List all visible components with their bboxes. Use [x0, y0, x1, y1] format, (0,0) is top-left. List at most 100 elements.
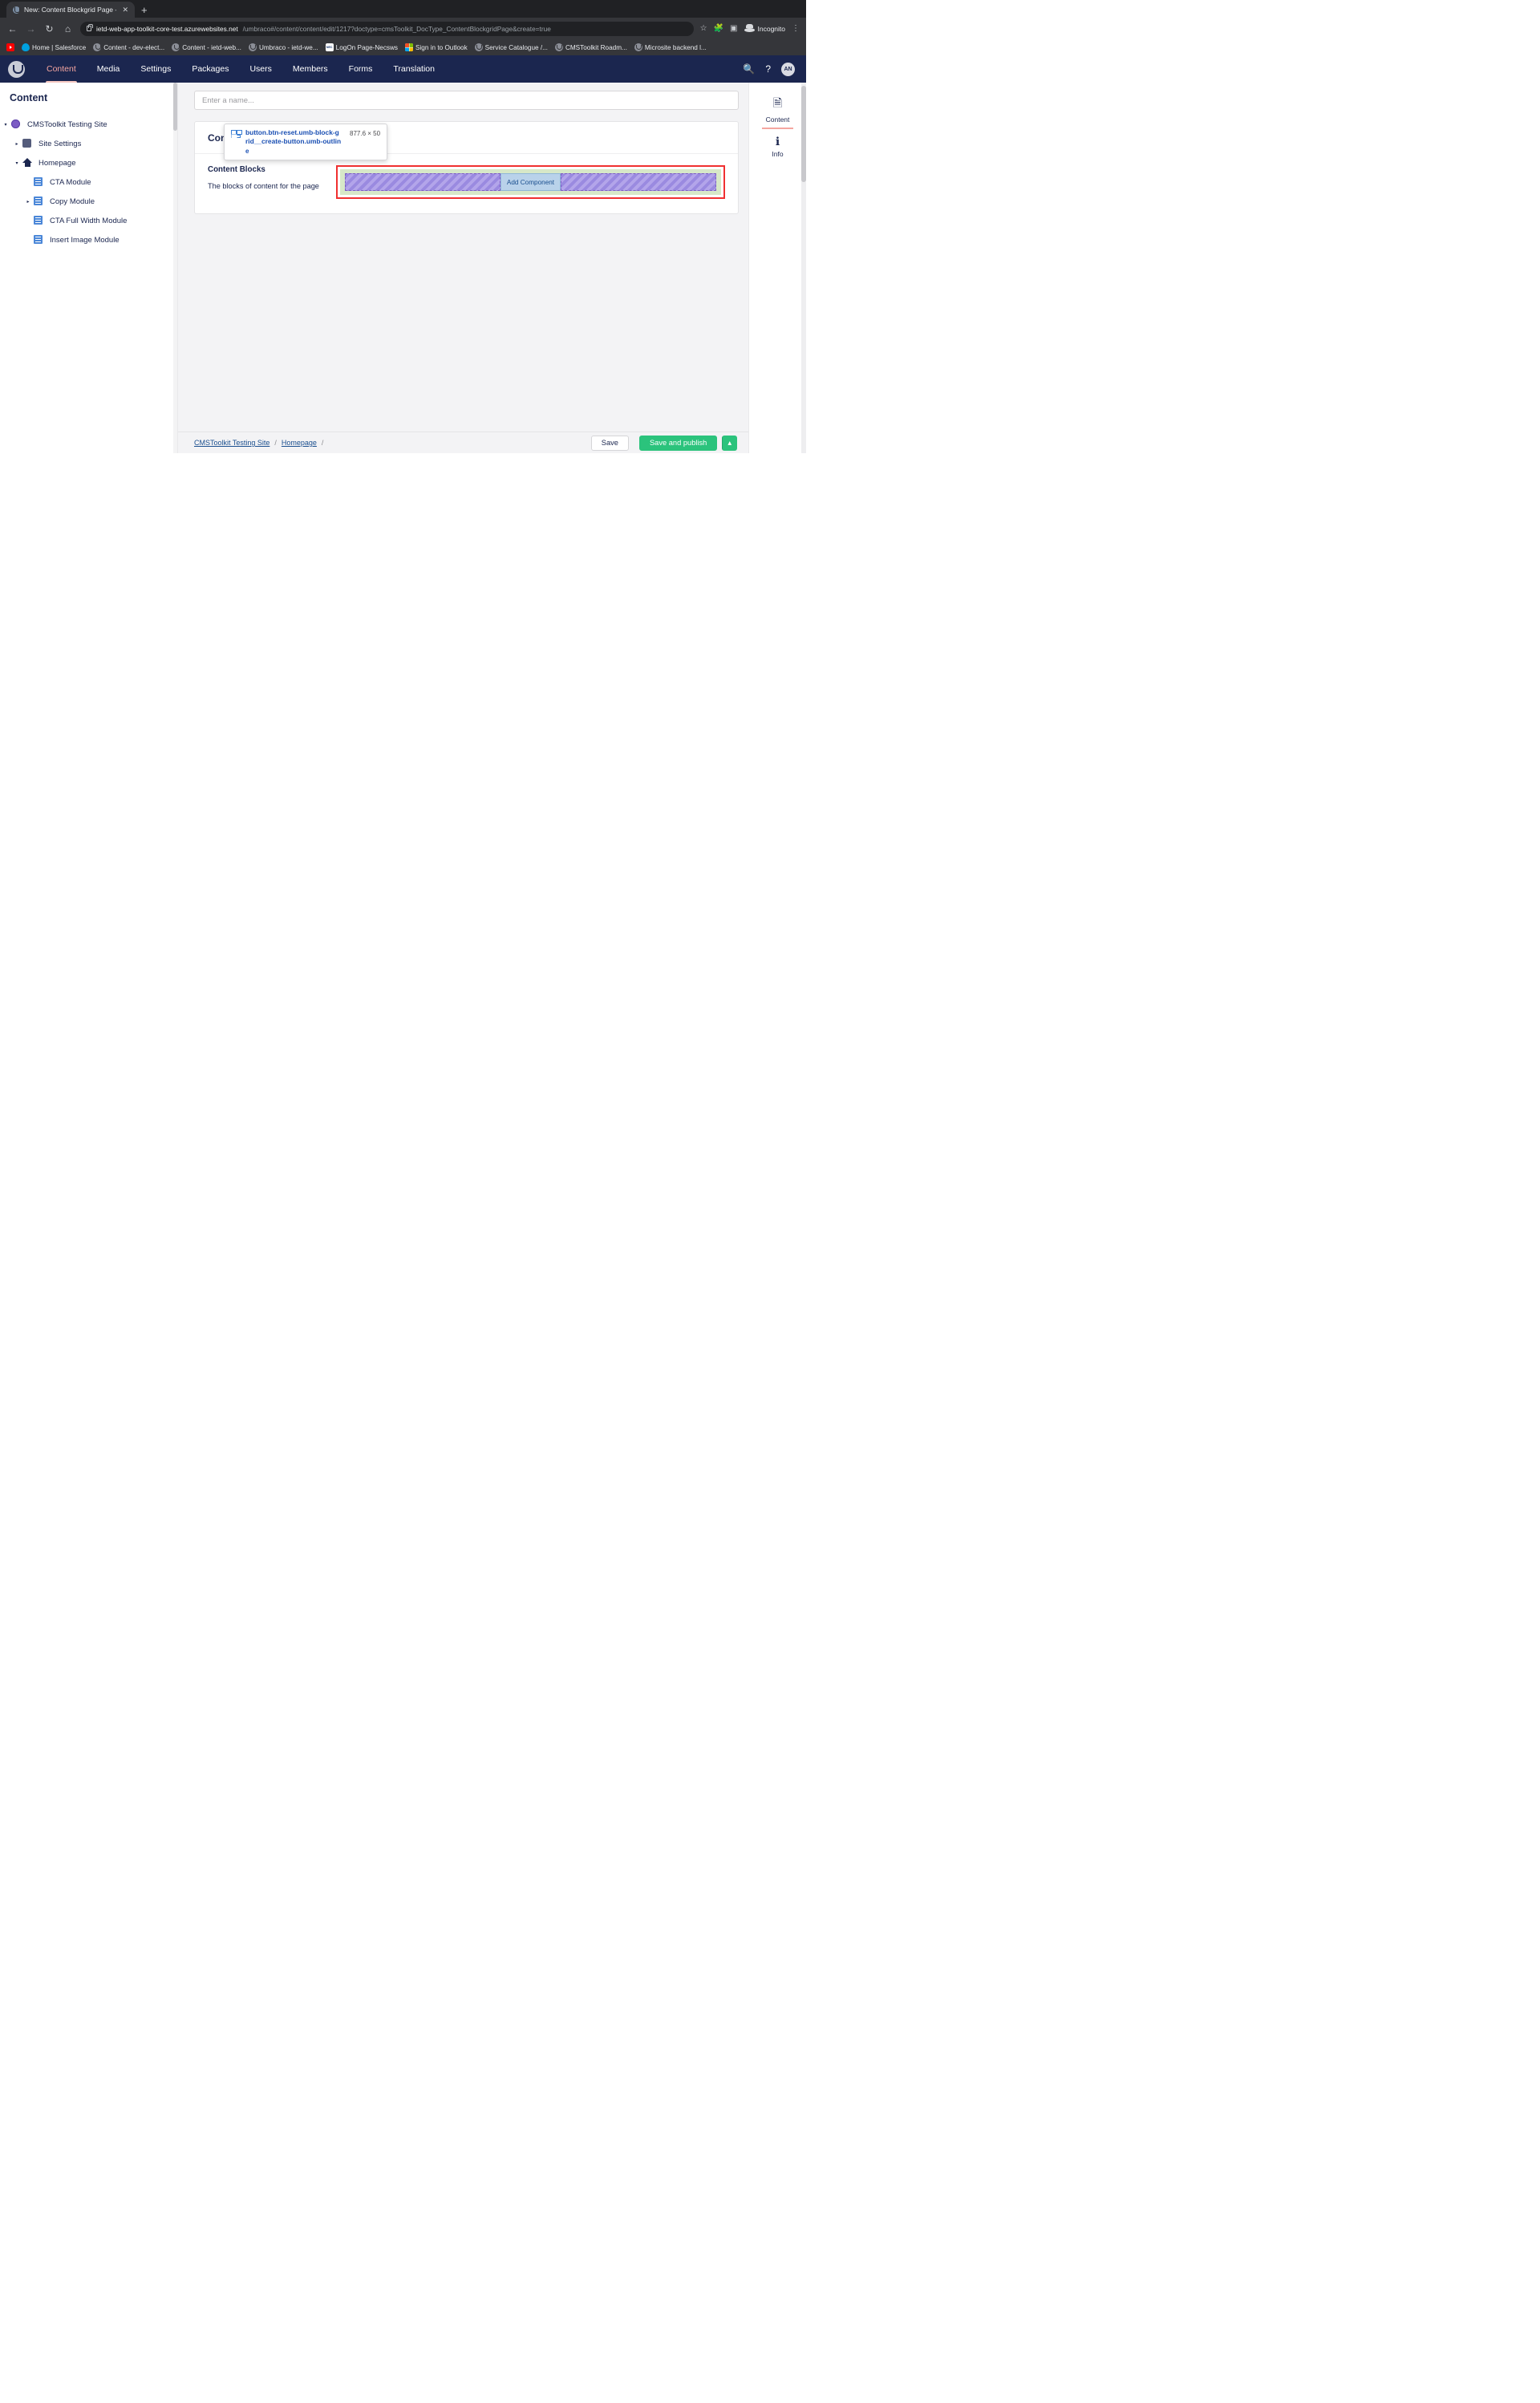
add-component-button[interactable]: Add Component	[500, 173, 561, 191]
section-content[interactable]: Content	[36, 55, 87, 83]
umbraco-section-nav: Content Media Settings Packages Users Members…	[0, 55, 806, 83]
bookmark-label: LogOn Page-Necsws	[335, 43, 399, 51]
tree-item-label: CTA Module	[50, 177, 91, 187]
section-packages[interactable]: Packages	[181, 55, 239, 83]
close-icon[interactable]: ✕	[120, 6, 130, 14]
umbraco-logo-icon[interactable]	[8, 60, 25, 78]
incognito-icon	[744, 24, 755, 33]
editor-scrollbar[interactable]	[801, 83, 806, 453]
chrome-menu-icon[interactable]: ⋮	[792, 24, 800, 33]
bookmark-item[interactable]	[6, 43, 14, 51]
section-forms[interactable]: Forms	[338, 55, 383, 83]
bookmark-item[interactable]: Content - dev-elect...	[93, 43, 164, 51]
editor-app-content[interactable]: 🗎 Content	[749, 89, 806, 129]
bookmark-item[interactable]: LogOn Page-Necsws	[325, 43, 399, 51]
bookmark-item[interactable]: Umbraco - ietd-we...	[248, 43, 318, 51]
save-and-publish-button[interactable]: Save and publish	[638, 435, 718, 451]
block-placeholder-right[interactable]	[561, 173, 716, 191]
reload-icon[interactable]: ↻	[43, 23, 55, 34]
section-users[interactable]: Users	[239, 55, 282, 83]
microsoft-icon	[405, 43, 414, 51]
tree-caret-icon[interactable]: ▾	[0, 122, 11, 128]
tree-scrollbar[interactable]	[173, 83, 177, 453]
save-button[interactable]: Save	[590, 435, 629, 451]
incognito-label: Incognito	[757, 24, 786, 33]
back-icon[interactable]: ←	[6, 23, 18, 34]
tree-caret-icon[interactable]: ▾	[11, 160, 22, 166]
tree-item-label: Insert Image Module	[50, 235, 120, 245]
browser-tab[interactable]: New: Content Blockgrid Page - C ✕	[6, 2, 135, 18]
address-bar[interactable]: ietd-web-app-toolkit-core-test.azurewebs…	[80, 21, 694, 36]
bookmark-label: CMSToolkit Roadm...	[565, 43, 627, 51]
tree-item-label: CMSToolkit Testing Site	[27, 120, 107, 129]
selector-line-3: e	[245, 147, 249, 155]
breadcrumb-homepage[interactable]: Homepage	[282, 439, 317, 447]
bookmark-item[interactable]: Service Catalogue /...	[474, 43, 548, 51]
block-placeholder-left[interactable]	[345, 173, 500, 191]
content-icon: 🗎	[772, 96, 783, 109]
panel-body: Content Blocks The blocks of content for…	[195, 124, 738, 213]
section-list: Content Media Settings Packages Users Members…	[36, 55, 445, 83]
home-icon	[22, 157, 34, 168]
section-media[interactable]: Media	[87, 55, 131, 83]
tree-item-label: Copy Module	[50, 197, 95, 206]
content-panel: Content Content Blocks The blocks of con…	[194, 121, 739, 214]
umbraco-icon	[93, 43, 102, 51]
tree-item-cta-full-width-module[interactable]: CTA Full Width Module	[0, 211, 177, 230]
home-icon[interactable]: ⌂	[62, 23, 74, 34]
forward-icon[interactable]: →	[25, 23, 37, 34]
umbraco-icon	[172, 43, 180, 51]
content-tree: ▾ CMSToolkit Testing Site ▸ Site Settings ▾ H…	[0, 115, 177, 249]
tree-caret-icon[interactable]: ▸	[22, 199, 34, 205]
block-grid-icon	[231, 130, 242, 138]
tree-item-copy-module[interactable]: ▸ Copy Module	[0, 192, 177, 211]
bookmark-label: Microsite backend l...	[644, 43, 707, 51]
bookmark-label: Content - dev-elect...	[103, 43, 165, 51]
section-settings[interactable]: Settings	[130, 55, 181, 83]
editor-app-info[interactable]: ℹ Info	[749, 129, 806, 164]
section-translation[interactable]: Translation	[383, 55, 445, 83]
bookmark-item[interactable]: CMSToolkit Roadm...	[554, 43, 627, 51]
extensions-icon[interactable]: 🧩	[714, 24, 723, 33]
breadcrumb-separator-1: /	[274, 439, 277, 447]
tree-item-insert-image-module[interactable]: Insert Image Module	[0, 230, 177, 249]
settings-icon	[22, 138, 34, 149]
blockgrid-editor: Add Component button.btn-reset.umb-block…	[224, 124, 725, 199]
bookmark-item[interactable]: Microsite backend l...	[634, 43, 707, 51]
bookmarks-bar: Home | Salesforce Content - dev-elect... C…	[0, 39, 806, 55]
content-editor: Enter a name... Content Content Blocks T…	[178, 83, 806, 453]
tree-item-label: Site Settings	[38, 139, 82, 148]
inspect-size: 877.6 × 50	[350, 130, 381, 137]
bookmark-item[interactable]: Home | Salesforce	[22, 43, 86, 51]
tree-item-site-settings[interactable]: ▸ Site Settings	[0, 134, 177, 153]
publish-dropdown-caret[interactable]: ▴	[722, 435, 737, 451]
help-icon[interactable]: ?	[765, 63, 771, 75]
search-icon[interactable]: 🔍	[743, 63, 755, 75]
node-name-input[interactable]: Enter a name...	[194, 91, 739, 110]
blockgrid-area: Add Component	[340, 169, 721, 195]
breadcrumb-site[interactable]: CMSToolkit Testing Site	[194, 439, 270, 447]
bookmark-item[interactable]: Sign in to Outlook	[405, 43, 468, 51]
content-tree-panel: Content ▾ CMSToolkit Testing Site ▸ Site Se…	[0, 83, 178, 453]
tree-item-homepage[interactable]: ▾ Homepage	[0, 153, 177, 172]
tree-item-label: Homepage	[38, 158, 76, 168]
avatar[interactable]: AN	[781, 62, 795, 76]
url-host: ietd-web-app-toolkit-core-test.azurewebs…	[96, 24, 238, 33]
bookmark-label: Home | Salesforce	[32, 43, 87, 51]
umbraco-body: Content ▾ CMSToolkit Testing Site ▸ Site Se…	[0, 83, 806, 453]
bookmark-item[interactable]: Content - ietd-web...	[172, 43, 241, 51]
document-icon	[34, 176, 45, 188]
editor-app-label: Content	[765, 115, 790, 124]
tree-caret-icon[interactable]: ▸	[11, 141, 22, 147]
section-members[interactable]: Members	[282, 55, 338, 83]
bookmark-label: Content - ietd-web...	[182, 43, 241, 51]
new-tab-button[interactable]: +	[135, 5, 154, 15]
property-meta: Content Blocks The blocks of content for…	[208, 165, 336, 199]
tree-item-cta-module[interactable]: CTA Module	[0, 172, 177, 192]
tree-item-cmstoolkit-testing-site[interactable]: ▾ CMSToolkit Testing Site	[0, 115, 177, 134]
bookmark-star-icon[interactable]: ☆	[700, 24, 707, 33]
side-panel-icon[interactable]: ▣	[730, 24, 737, 33]
tree-item-label: CTA Full Width Module	[50, 216, 128, 225]
incognito-indicator[interactable]: Incognito	[744, 24, 786, 33]
umbraco-icon	[554, 43, 563, 51]
